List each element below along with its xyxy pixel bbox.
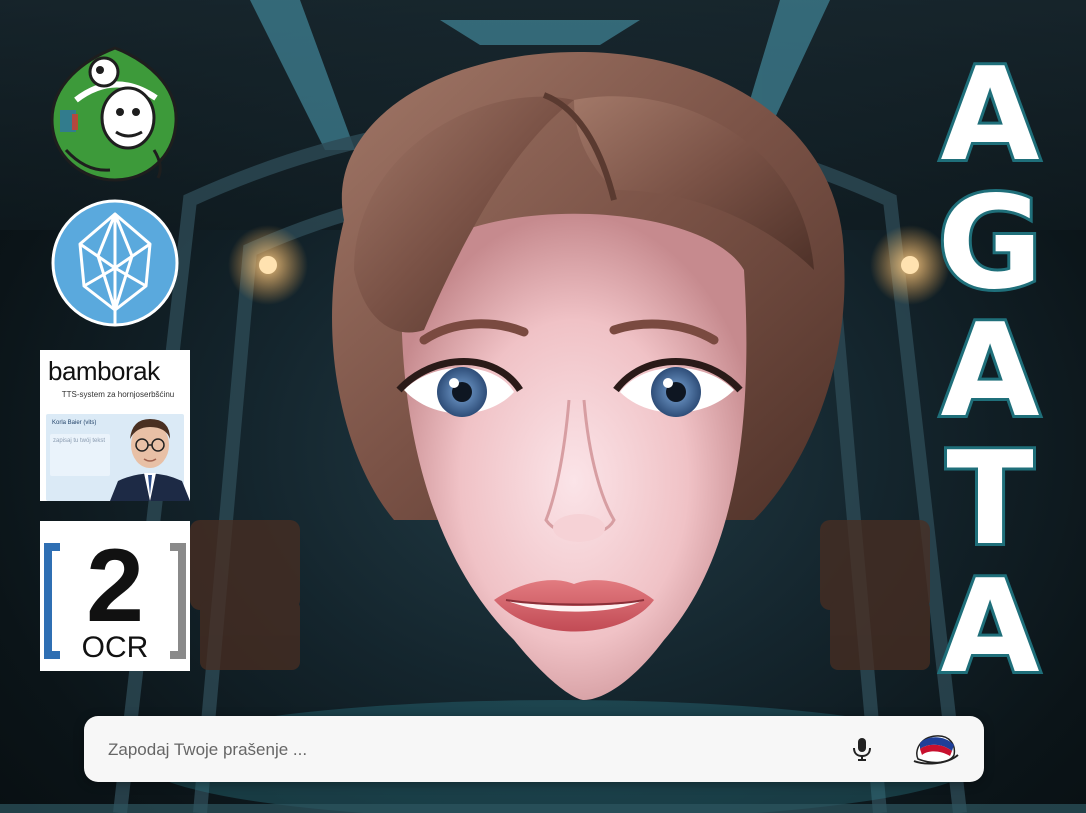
person-photo-icon: [110, 419, 190, 501]
agata-title: A G A T A: [930, 41, 1050, 695]
ocr-label: OCR: [82, 631, 149, 664]
microphone-button[interactable]: [848, 735, 876, 763]
page-stage: bamborak TTS-system za hornjoserbšćinu K…: [0, 0, 1086, 813]
question-search-bar: [84, 716, 984, 782]
bamborak-subtitle: TTS-system za hornjoserbšćinu: [61, 390, 175, 399]
question-input[interactable]: [106, 734, 810, 766]
leaf-logo[interactable]: [50, 198, 180, 328]
microphone-icon: [853, 738, 871, 761]
language-flag-button[interactable]: [910, 731, 960, 767]
frog-mascot-logo-icon: [50, 46, 178, 182]
agata-letter-4: T: [943, 425, 1036, 574]
bamborak-tts-logo[interactable]: bamborak TTS-system za hornjoserbšćinu K…: [40, 350, 190, 501]
bamborak-title: bamborak: [48, 356, 160, 386]
agata-letter-3: A: [937, 297, 1042, 446]
agata-letter-2: G: [934, 169, 1045, 318]
sorbian-flag-icon: [913, 735, 959, 765]
ocr-logo-graphic: 2 OCR: [44, 528, 186, 664]
ocr-logo[interactable]: 2 OCR: [40, 521, 190, 671]
agata-letter-1: A: [937, 41, 1042, 190]
agata-letter-5: A: [937, 553, 1042, 702]
avatar-face: [284, 40, 864, 717]
leaf-circle-logo-icon: [51, 199, 179, 327]
bamborak-text-field: zapisaj tu twój tekst: [50, 434, 110, 476]
ocr-number: 2: [86, 528, 144, 644]
frog-logo[interactable]: [46, 40, 184, 186]
avatar-face-image: [332, 51, 845, 701]
